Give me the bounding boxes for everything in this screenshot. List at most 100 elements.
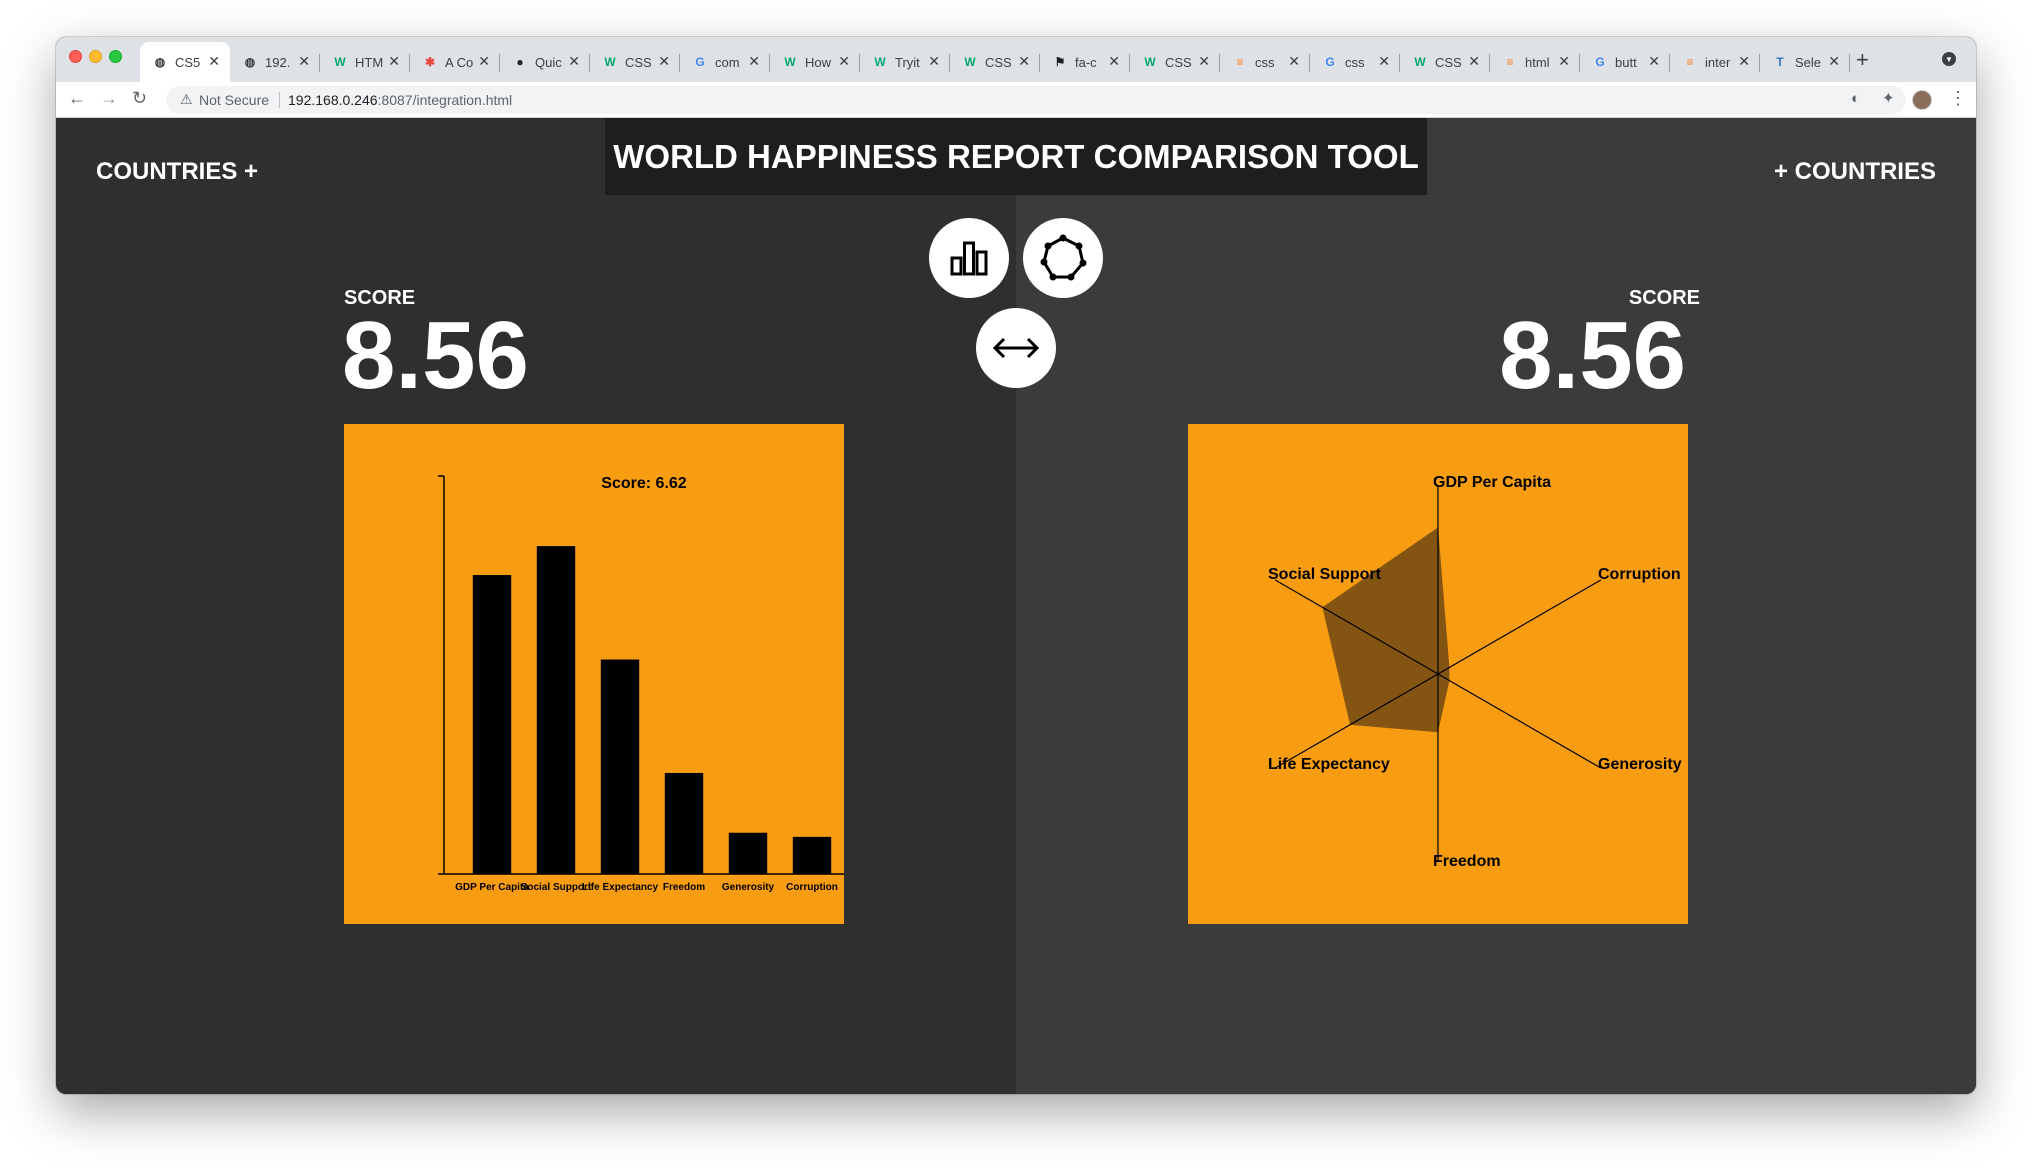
browser-tab[interactable]: ≡ html ✕ <box>1490 42 1580 82</box>
radar-axis-label: Freedom <box>1433 853 1501 870</box>
close-icon[interactable]: ✕ <box>478 53 490 70</box>
close-icon[interactable]: ✕ <box>748 53 760 70</box>
browser-tab[interactable]: ✱ A Co ✕ <box>410 42 500 82</box>
close-icon[interactable]: ✕ <box>1648 53 1660 70</box>
page-title: WORLD HAPPINESS REPORT COMPARISON TOOL <box>605 118 1427 195</box>
tab-search-icon[interactable]: ▼ <box>1942 52 1956 66</box>
tab-divider <box>1849 54 1850 72</box>
tab-title: css <box>1255 54 1275 70</box>
browser-tab[interactable]: ≡ css ✕ <box>1220 42 1310 82</box>
right-country-panel: + COUNTRIES SCORE 8.56 GDP Per Capita Cor… <box>1016 118 1976 1094</box>
browser-tab[interactable]: W CSS ✕ <box>950 42 1040 82</box>
radar-axis <box>1437 673 1602 769</box>
browser-tab[interactable]: ● Quic ✕ <box>500 42 590 82</box>
close-icon[interactable]: ✕ <box>1288 53 1300 70</box>
close-icon[interactable]: ✕ <box>1738 53 1750 70</box>
tabs: ◍ CS5 ✕ ◍ 192. ✕ W HTM ✕ ✱ A Co ✕ ● Quic ✕ W CSS ✕ Gcom ✕ W H… <box>140 42 1850 82</box>
tab-title: HTM <box>355 54 384 70</box>
url-text[interactable]: 192.168.0.246:8087/integration.html <box>288 92 512 108</box>
close-icon[interactable]: ✕ <box>1558 53 1570 70</box>
close-icon[interactable]: ✕ <box>568 53 580 70</box>
x-tick-label: Life Expectancy <box>582 882 659 893</box>
bar-chart-button[interactable] <box>929 218 1009 298</box>
warning-triangle-icon: ⚠ <box>180 91 193 107</box>
browser-tab[interactable]: W CSS ✕ <box>1400 42 1490 82</box>
x-tick-label: Generosity <box>722 882 775 893</box>
close-icon[interactable]: ✕ <box>1468 53 1480 70</box>
profile-avatar[interactable] <box>1912 90 1932 110</box>
swap-arrows-icon <box>992 337 1040 359</box>
browser-tab[interactable]: ⚑ fa-c ✕ <box>1040 42 1130 82</box>
x-tick-label: GDP Per Capita <box>455 882 529 893</box>
browser-tab[interactable]: W HTM ✕ <box>320 42 410 82</box>
browser-tab[interactable]: W CSS ✕ <box>590 42 680 82</box>
tab-title: CSS <box>1165 54 1192 70</box>
close-icon[interactable]: ✕ <box>1378 53 1390 70</box>
w3schools-icon: W <box>874 55 886 69</box>
w3schools-icon: W <box>334 55 346 69</box>
zoom-window-button[interactable] <box>109 50 122 63</box>
left-score-value: 8.56 <box>342 302 529 409</box>
back-arrow-icon[interactable]: ← <box>68 88 86 109</box>
tab-title: fa-c <box>1075 54 1097 70</box>
browser-tab[interactable]: Gcss ✕ <box>1310 42 1400 82</box>
browser-tab[interactable]: W Tryit ✕ <box>860 42 950 82</box>
w3schools-icon: W <box>1144 55 1156 69</box>
extensions-puzzle-icon[interactable]: ✦ <box>1882 89 1895 107</box>
browser-tab[interactable]: W CSS ✕ <box>1130 42 1220 82</box>
new-tab-button[interactable]: + <box>1856 47 1869 73</box>
tab-title: com <box>715 54 740 70</box>
close-icon[interactable]: ✕ <box>1018 53 1030 70</box>
stackoverflow-icon: ≡ <box>1506 55 1514 69</box>
close-icon[interactable]: ✕ <box>298 53 310 70</box>
close-icon[interactable]: ✕ <box>388 53 400 70</box>
countries-right-button[interactable]: + COUNTRIES <box>1774 158 1936 186</box>
bar <box>600 659 640 874</box>
close-icon[interactable]: ✕ <box>928 53 940 70</box>
browser-window: ◍ CS5 ✕ ◍ 192. ✕ W HTM ✕ ✱ A Co ✕ ● Quic ✕ W CSS ✕ Gcom ✕ W H… <box>56 37 1976 1094</box>
extension-circle-icon[interactable]: ◐ <box>1851 90 1860 107</box>
close-icon[interactable]: ✕ <box>1828 53 1840 70</box>
close-window-button[interactable] <box>69 50 82 63</box>
browser-tab[interactable]: W How ✕ <box>770 42 860 82</box>
w3schools-icon: W <box>964 55 976 69</box>
tab-title: inter <box>1705 54 1731 70</box>
radar-axis-label: Social Support <box>1268 566 1382 583</box>
url-path: :8087/integration.html <box>377 92 513 108</box>
countries-left-button[interactable]: COUNTRIES + <box>96 158 258 186</box>
forward-arrow-icon[interactable]: → <box>100 88 118 109</box>
x-tick-label: Freedom <box>663 882 705 893</box>
globe-icon: ◍ <box>154 55 166 69</box>
fontawesome-icon: ⚑ <box>1054 55 1066 69</box>
swap-button[interactable] <box>976 308 1056 388</box>
tab-title: CSS <box>985 54 1012 70</box>
w3schools-icon: W <box>604 55 616 69</box>
page-content: COUNTRIES + SCORE 8.56 GDP Per Capita Soc… <box>56 118 1976 1094</box>
reload-icon[interactable]: ↻ <box>132 88 147 109</box>
browser-tab[interactable]: ◍ 192. ✕ <box>230 42 320 82</box>
browser-menu-icon[interactable]: ⋮ <box>1949 88 1967 109</box>
stackoverflow-icon: ≡ <box>1686 55 1694 69</box>
close-icon[interactable]: ✕ <box>1108 53 1120 70</box>
close-icon[interactable]: ✕ <box>1198 53 1210 70</box>
bar <box>472 574 512 874</box>
chart-title: Score: 6.62 <box>601 475 686 492</box>
browser-tab[interactable]: ≡ inter ✕ <box>1670 42 1760 82</box>
close-icon[interactable]: ✕ <box>658 53 670 70</box>
radar-axis-label: Life Expectancy <box>1268 756 1390 773</box>
radar-chart-button[interactable] <box>1023 218 1103 298</box>
close-icon[interactable]: ✕ <box>838 53 850 70</box>
w3schools-icon: W <box>784 55 796 69</box>
left-country-panel: COUNTRIES + SCORE 8.56 GDP Per Capita Soc… <box>56 118 1016 1094</box>
browser-tab[interactable]: ◍ CS5 ✕ <box>140 42 230 82</box>
bar <box>728 832 768 874</box>
tab-title: How <box>805 54 832 70</box>
minimize-window-button[interactable] <box>89 50 102 63</box>
close-icon[interactable]: ✕ <box>208 53 220 70</box>
browser-tab[interactable]: T Sele ✕ <box>1760 42 1850 82</box>
address-bar[interactable]: ⚠ Not Secure 192.168.0.246:8087/integrat… <box>166 86 1906 114</box>
bar <box>792 836 832 874</box>
browser-tab[interactable]: Gbutt ✕ <box>1580 42 1670 82</box>
radar-axis <box>1437 579 1602 675</box>
browser-tab[interactable]: Gcom ✕ <box>680 42 770 82</box>
